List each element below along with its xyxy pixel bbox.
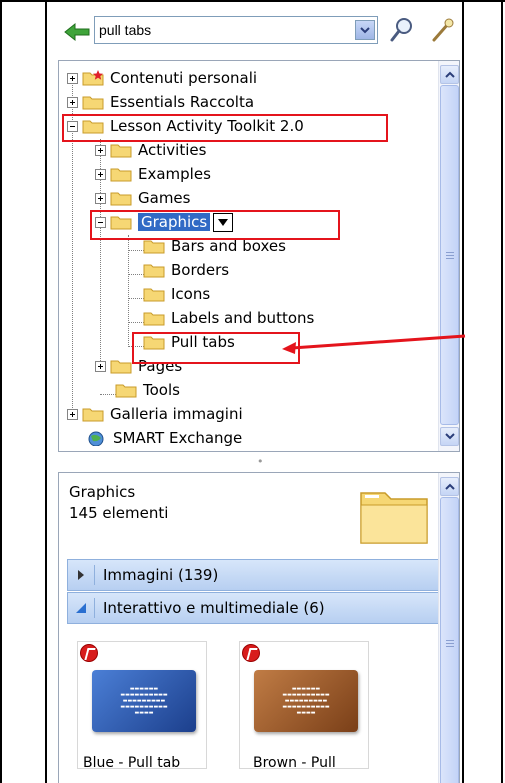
gallery-details-pane[interactable]: Graphics 145 elementi Immagini (139) Int… [58,472,460,783]
back-arrow-icon[interactable] [64,22,90,42]
folder-icon [110,144,132,158]
gallery-item-blue-pull-tab[interactable]: ▬▬▬▬▬▬ ▬▬▬▬▬▬▬▬▬▬ ▬▬▬▬▬▬▬▬▬ ▬▬▬▬▬▬▬▬▬▬ ▬▬▬▬ [77,641,207,769]
details-scrollbar[interactable] [438,473,459,783]
frame-border-inner-right [462,0,464,783]
section-immagini[interactable]: Immagini (139) [67,559,439,591]
search-icon[interactable] [388,16,416,44]
folder-icon [110,192,132,206]
tree-item-examples[interactable]: Examples [95,162,211,186]
scroll-up-button[interactable] [440,477,459,496]
section-interattivo[interactable]: Interattivo e multimediale (6) [67,592,439,624]
expand-triangle-icon [68,570,94,580]
globe-icon [88,431,104,446]
folder-icon [110,360,132,374]
chevron-down-icon [360,26,370,33]
flash-icon [80,644,98,662]
frame-border-right [501,0,503,783]
collapse-triangle-icon [68,603,94,613]
search-combobox[interactable] [94,16,378,44]
tree-item-contenuti-personali[interactable]: Contenuti personali [67,66,257,90]
chevron-down-icon [444,433,455,440]
gallery-item-caption: Brown - Pull [253,755,336,771]
expand-plus-icon[interactable] [95,168,106,180]
search-dropdown-button[interactable] [355,20,375,40]
tree-item-label: Tools [143,381,180,399]
flash-icon [242,644,260,662]
chevron-up-icon [444,483,455,490]
folder-icon [143,312,165,326]
magic-wand-icon[interactable] [428,16,456,44]
highlight-box-graphics [90,210,340,240]
frame-border-left [0,0,2,783]
folder-icon [143,288,165,302]
tree-item-borders[interactable]: Borders [139,258,229,282]
tree-scrollbar[interactable] [438,61,459,451]
gallery-item-brown-pull-tab[interactable]: ▬▬▬▬▬▬ ▬▬▬▬▬▬▬▬▬▬ ▬▬▬▬▬▬▬▬▬ ▬▬▬▬▬▬▬▬▬▬ ▬▬▬▬ [239,641,369,769]
tree-item-label: Activities [138,141,207,159]
grip-icon [445,251,454,259]
tree-item-label: SMART Exchange [113,429,243,447]
folder-icon [143,264,165,278]
tree-item-label: Games [138,189,191,207]
tree-item-smart-exchange[interactable]: SMART Exchange [81,426,242,450]
folder-icon [115,384,137,398]
thumbnail-image: ▬▬▬▬▬▬ ▬▬▬▬▬▬▬▬▬▬ ▬▬▬▬▬▬▬▬▬ ▬▬▬▬▬▬▬▬▬▬ ▬▬▬▬ [92,670,196,732]
section-separator [94,598,95,618]
highlight-box-toolkit [62,114,388,142]
expand-plus-icon[interactable] [95,192,106,204]
frame-border-top [0,0,505,2]
tree-item-icons[interactable]: Icons [139,282,210,306]
folder-large-icon [360,492,428,544]
search-input[interactable] [97,19,353,41]
scroll-down-button[interactable] [440,427,459,446]
scroll-up-button[interactable] [440,65,459,84]
tree-item-label: Galleria immagini [110,405,243,423]
tree-connector [128,235,129,347]
tree-item-galleria-immagini[interactable]: Galleria immagini [67,402,243,426]
tree-item-essentials-raccolta[interactable]: Essentials Raccolta [67,90,254,114]
scroll-thumb[interactable] [440,497,459,783]
section-separator [94,565,95,585]
folder-icon [143,240,165,254]
tree-item-labels-and-buttons[interactable]: Labels and buttons [139,306,314,330]
expand-plus-icon[interactable] [95,360,106,372]
chevron-up-icon [444,71,455,78]
grip-icon [445,639,454,647]
expand-plus-icon[interactable] [67,408,78,420]
expand-plus-icon[interactable] [95,144,106,156]
section-label: Interattivo e multimediale (6) [103,599,325,617]
folder-icon [82,96,104,110]
details-title: Graphics [69,483,136,501]
expand-plus-icon[interactable] [67,96,78,108]
splitter-grip-icon: • [257,455,264,468]
expand-plus-icon[interactable] [67,72,78,84]
thumbnail-image: ▬▬▬▬▬▬ ▬▬▬▬▬▬▬▬▬▬ ▬▬▬▬▬▬▬▬▬ ▬▬▬▬▬▬▬▬▬▬ ▬▬▬▬ [254,670,358,732]
tree-item-label: Contenuti personali [110,69,258,87]
tree-item-tools[interactable]: Tools [111,378,180,402]
tree-item-label: Borders [171,261,230,279]
starred-folder-icon [82,70,104,86]
folder-icon [82,408,104,422]
gallery-item-caption: Blue - Pull tab [83,755,181,771]
tree-item-label: Essentials Raccolta [110,93,255,111]
details-item-count: 145 elementi [69,504,169,522]
folder-icon [110,168,132,182]
section-label: Immagini (139) [103,566,219,584]
tree-item-games[interactable]: Games [95,186,190,210]
annotation-arrow-icon [282,334,466,354]
tree-item-label: Icons [171,285,211,303]
tree-item-label: Labels and buttons [171,309,315,327]
tree-item-label: Examples [138,165,211,183]
pane-splitter[interactable]: • [58,452,460,472]
scroll-thumb[interactable] [440,85,459,425]
frame-border-inner-left [45,0,47,783]
